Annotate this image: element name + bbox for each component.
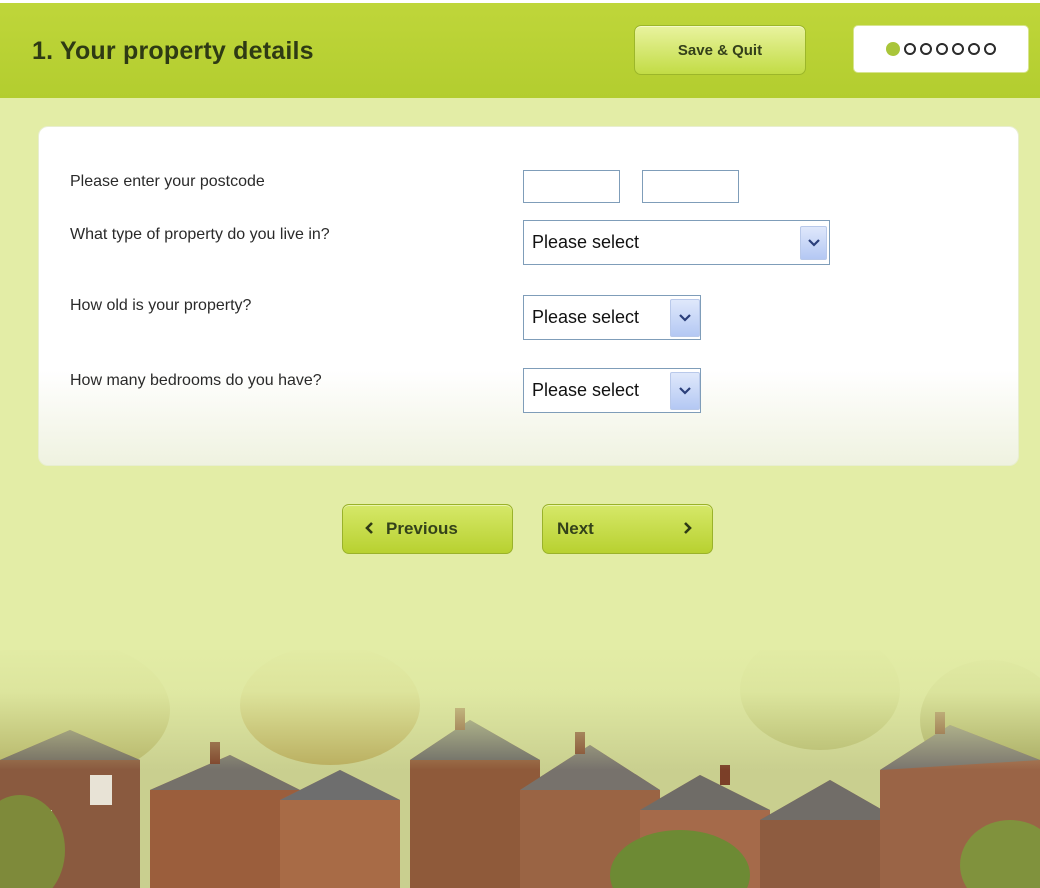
bedrooms-label: How many bedrooms do you have? xyxy=(70,372,322,389)
property-age-select-value: Please select xyxy=(532,307,640,327)
property-age-select[interactable]: Please select xyxy=(523,295,701,340)
progress-dot xyxy=(968,43,980,55)
property-type-select-value: Please select xyxy=(532,232,640,252)
save-and-quit-button[interactable]: Save & Quit xyxy=(634,25,806,75)
postcode-label: Please enter your postcode xyxy=(70,173,265,190)
chevron-down-icon[interactable] xyxy=(670,371,700,410)
property-age-label: How old is your property? xyxy=(70,297,252,314)
property-type-select[interactable]: Please select xyxy=(523,220,830,265)
progress-dot xyxy=(952,43,964,55)
chevron-down-icon[interactable] xyxy=(800,225,827,260)
postcode-input-part-2[interactable] xyxy=(642,170,739,203)
previous-button-label: Previous xyxy=(386,519,458,538)
bedrooms-select-value: Please select xyxy=(532,380,640,400)
postcode-input-part-1[interactable] xyxy=(523,170,620,203)
chevron-right-icon xyxy=(683,521,692,537)
progress-dot xyxy=(936,43,948,55)
progress-dot xyxy=(984,43,996,55)
next-button-label: Next xyxy=(557,519,594,538)
background-fade xyxy=(0,640,1040,770)
progress-dot xyxy=(920,43,932,55)
bedrooms-select[interactable]: Please select xyxy=(523,368,701,413)
page: 1. Your property details Save & Quit Ple… xyxy=(0,0,1040,888)
next-button[interactable]: Next xyxy=(542,504,713,554)
page-title: 1. Your property details xyxy=(32,37,314,65)
progress-dot-current xyxy=(886,42,900,56)
chevron-left-icon xyxy=(365,521,374,537)
chevron-down-icon[interactable] xyxy=(670,298,700,337)
header-bar: 1. Your property details Save & Quit xyxy=(0,0,1040,98)
property-type-label: What type of property do you live in? xyxy=(70,226,330,243)
progress-dot xyxy=(904,43,916,55)
step-progress-indicator xyxy=(853,25,1029,73)
previous-button[interactable]: Previous xyxy=(342,504,513,554)
